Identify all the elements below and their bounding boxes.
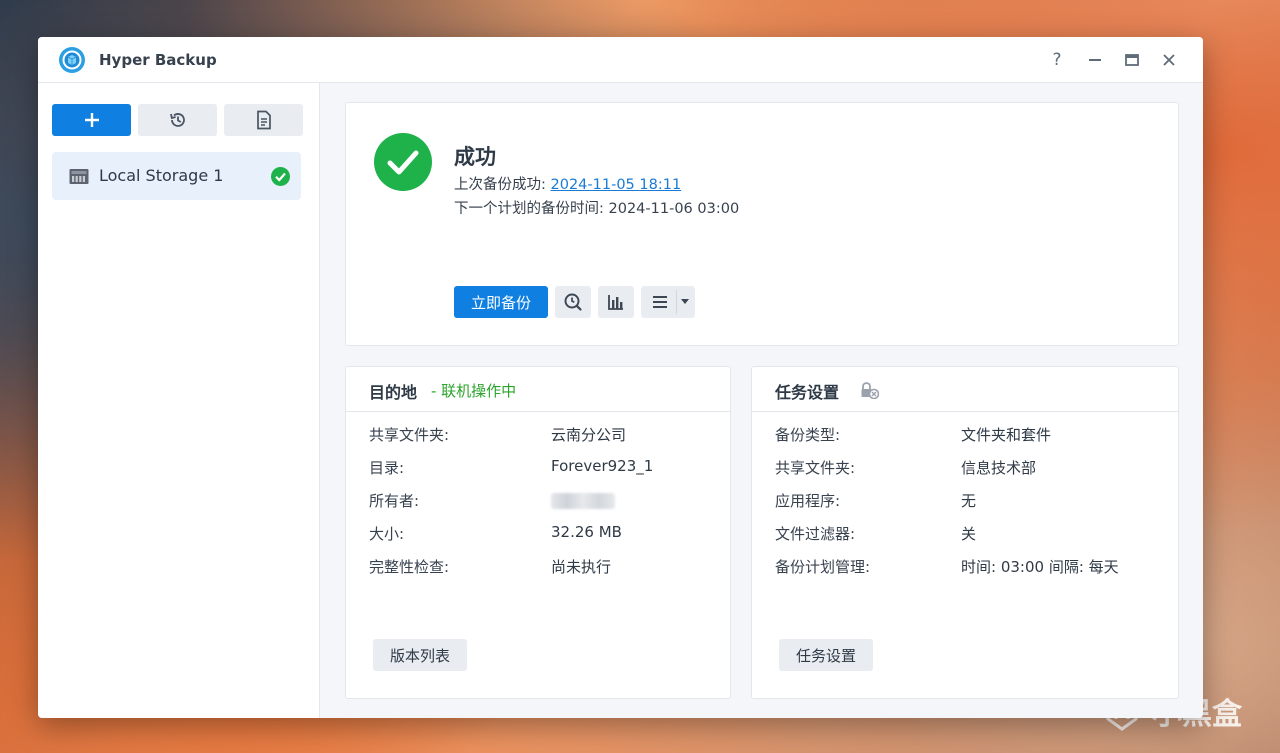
status-panel: 成功 上次备份成功: 2024-11-05 18:11 下一个计划的备份时间: … — [345, 102, 1179, 346]
help-icon: ? — [1052, 50, 1062, 70]
task-settings-button[interactable]: 任务设置 — [779, 639, 873, 671]
last-backup-label: 上次备份成功: — [454, 177, 546, 193]
destination-status: - 联机操作中 — [431, 382, 517, 400]
task-row-label: 备份计划管理: — [775, 558, 871, 576]
maximize-icon — [1125, 54, 1139, 66]
success-check-icon — [374, 133, 432, 191]
sidebar-item-local-storage-1[interactable]: Local Storage 1 — [52, 152, 301, 200]
task-settings-header: 任务设置 — [752, 367, 1178, 412]
plus-icon — [84, 113, 99, 127]
statistics-button[interactable] — [598, 286, 634, 318]
owner-redacted-value — [551, 493, 615, 509]
destination-row-value: Forever923_1 — [551, 457, 654, 475]
storage-icon — [69, 169, 89, 184]
history-icon — [169, 113, 185, 127]
close-icon — [1163, 54, 1175, 66]
destination-row-value: 32.26 MB — [551, 523, 622, 541]
task-settings-panel: 任务设置 备份类型: 文件夹和套件 共享文件夹: 信息技术部 应用程序: 无 文… — [751, 366, 1179, 699]
destination-header: 目的地 - 联机操作中 — [346, 367, 730, 412]
action-menu-button[interactable] — [641, 286, 695, 318]
minimize-icon — [1089, 59, 1101, 61]
document-icon — [256, 110, 271, 130]
last-backup-time-link[interactable]: 2024-11-05 18:11 — [551, 177, 682, 193]
close-button[interactable] — [1158, 49, 1180, 71]
task-row-value: 信息技术部 — [961, 459, 1037, 477]
add-task-button[interactable] — [52, 104, 131, 136]
next-backup-time: 2024-11-06 03:00 — [608, 201, 740, 217]
destination-row-label: 完整性检查: — [369, 558, 450, 576]
hyper-backup-window: Hyper Backup ? Local Storage 1 成功 上次备份成功… — [38, 37, 1203, 718]
destination-panel: 目的地 - 联机操作中 共享文件夹: 云南分公司 目录: Forever923_… — [345, 366, 731, 699]
caret-down-icon — [681, 299, 689, 304]
status-title: 成功 — [454, 145, 496, 169]
help-button[interactable]: ? — [1046, 49, 1068, 71]
window-title: Hyper Backup — [99, 51, 217, 69]
menu-divider — [676, 290, 677, 314]
last-backup-line: 上次备份成功: 2024-11-05 18:11 — [454, 173, 681, 194]
backup-now-button[interactable]: 立即备份 — [454, 286, 548, 318]
hyper-backup-app-icon — [59, 47, 85, 73]
backup-explorer-button[interactable] — [555, 286, 591, 318]
destination-row-value: 云南分公司 — [551, 426, 627, 444]
sidebar-item-label: Local Storage 1 — [99, 166, 224, 185]
task-row-label: 文件过滤器: — [775, 525, 856, 543]
task-row-label: 应用程序: — [775, 492, 841, 510]
menu-icon — [653, 296, 667, 308]
task-row-value: 时间: 03:00 间隔: 每天 — [961, 558, 1119, 576]
clock-search-icon — [564, 293, 582, 311]
next-backup-line: 下一个计划的备份时间: 2024-11-06 03:00 — [454, 197, 739, 218]
destination-title: 目的地 — [369, 383, 418, 402]
lock-settings-icon — [861, 382, 879, 399]
destination-row-label: 所有者: — [369, 492, 420, 510]
task-row-value: 文件夹和套件 — [961, 426, 1052, 444]
title-bar: Hyper Backup ? — [38, 37, 1203, 83]
task-row-value: 无 — [961, 492, 977, 510]
next-backup-label: 下一个计划的备份时间: — [454, 201, 604, 217]
task-row-label: 备份类型: — [775, 426, 841, 444]
bar-chart-icon — [608, 295, 623, 310]
success-check-icon — [271, 167, 290, 186]
maximize-button[interactable] — [1121, 49, 1143, 71]
destination-row-label: 目录: — [369, 459, 405, 477]
task-row-value: 关 — [961, 525, 977, 543]
restore-button[interactable] — [138, 104, 217, 136]
minimize-button[interactable] — [1084, 49, 1106, 71]
destination-row-value: 尚未执行 — [551, 558, 612, 576]
version-list-button[interactable]: 版本列表 — [373, 639, 467, 671]
destination-row-label: 共享文件夹: — [369, 426, 450, 444]
sidebar: Local Storage 1 — [38, 83, 320, 718]
log-button[interactable] — [224, 104, 303, 136]
task-row-label: 共享文件夹: — [775, 459, 856, 477]
destination-row-label: 大小: — [369, 525, 405, 543]
task-settings-title: 任务设置 — [775, 383, 840, 402]
